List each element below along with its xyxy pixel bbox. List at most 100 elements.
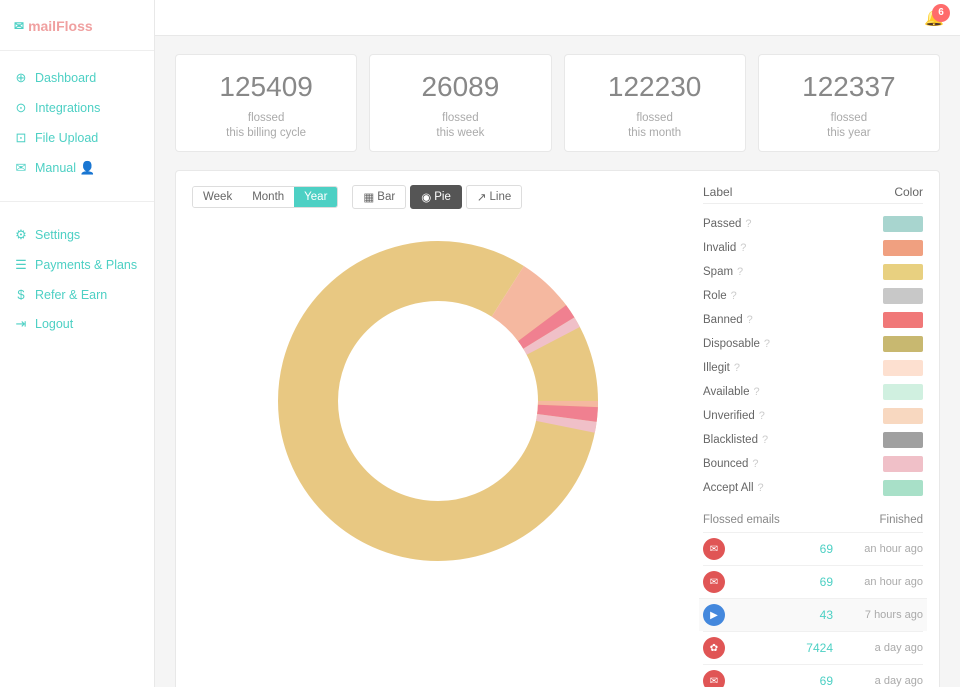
sidebar-item-refer[interactable]: $ Refer & Earn [0, 280, 154, 309]
floss-count-4: 69 [733, 674, 853, 687]
donut-chart-wrapper [192, 221, 683, 581]
legend-color-disposable [883, 336, 923, 352]
sidebar-label-logout: Logout [35, 317, 73, 331]
content-area: 125409 flossed this billing cycle 26089 … [155, 36, 960, 687]
logo-label: mailFloss [28, 18, 93, 34]
sidebar-label-settings: Settings [35, 228, 80, 242]
legend-header-color: Color [894, 185, 923, 199]
stat-number-billing: 125409 [190, 71, 342, 103]
period-week-button[interactable]: Week [193, 187, 242, 207]
sidebar-label-integrations: Integrations [35, 101, 100, 115]
help-icon-banned[interactable]: ? [747, 314, 753, 326]
legend-label-illegit: Illegit ? [703, 362, 740, 374]
help-icon-illegit[interactable]: ? [734, 362, 740, 374]
floss-time-4: a day ago [853, 675, 923, 687]
chart-right: Label Color Passed ? Invalid ? Spam ? [703, 185, 923, 687]
legend-item-banned: Banned ? [703, 308, 923, 332]
chart-controls: Week Month Year ▦ Bar ◉ Pie [192, 185, 683, 209]
legend-item-unverified: Unverified ? [703, 404, 923, 428]
legend-item-passed: Passed ? [703, 212, 923, 236]
legend-item-bounced: Bounced ? [703, 452, 923, 476]
main-area: 🔔 6 125409 flossed this billing cycle 26… [155, 0, 960, 687]
help-icon-invalid[interactable]: ? [740, 242, 746, 254]
manual-icon: ✉ [14, 160, 28, 176]
stat-number-year: 122337 [773, 71, 925, 103]
help-icon-role[interactable]: ? [731, 290, 737, 302]
sidebar-item-file-upload[interactable]: ⊡ File Upload [0, 123, 154, 153]
refer-icon: $ [14, 287, 28, 302]
legend-label-spam: Spam ? [703, 266, 743, 278]
legend-label-invalid: Invalid ? [703, 242, 746, 254]
period-month-button[interactable]: Month [242, 187, 294, 207]
notification-badge: 6 [932, 4, 950, 22]
legend-label-disposable: Disposable ? [703, 338, 770, 350]
help-icon-passed[interactable]: ? [745, 218, 751, 230]
floss-time-3: a day ago [853, 642, 923, 654]
payments-icon: ☰ [14, 257, 28, 273]
help-icon-available[interactable]: ? [753, 386, 759, 398]
legend-label-banned: Banned ? [703, 314, 753, 326]
chart-left: Week Month Year ▦ Bar ◉ Pie [192, 185, 683, 687]
floss-icon-3: ✿ [703, 637, 725, 659]
sidebar-item-dashboard[interactable]: ⊕ Dashboard [0, 63, 154, 93]
integrations-icon: ⊙ [14, 100, 28, 116]
sidebar-label-dashboard: Dashboard [35, 71, 96, 85]
floss-count-3: 7424 [733, 641, 853, 655]
floss-count-1: 69 [733, 575, 853, 589]
dashboard-icon: ⊕ [14, 70, 28, 86]
floss-icon-4: ✉ [703, 670, 725, 687]
floss-row-2[interactable]: ▶ 43 7 hours ago [699, 598, 927, 631]
floss-count-2: 43 [733, 608, 853, 622]
period-year-button[interactable]: Year [294, 187, 337, 207]
stat-label-week: flossed [384, 109, 536, 127]
legend-header: Label Color [703, 185, 923, 204]
sidebar-item-logout[interactable]: ⇥ Logout [0, 309, 154, 339]
floss-row-3[interactable]: ✿ 7424 a day ago [703, 631, 923, 664]
logout-icon: ⇥ [14, 316, 28, 332]
floss-header-finished: Finished [880, 514, 923, 526]
stat-label-billing: flossed [190, 109, 342, 127]
sidebar-item-settings[interactable]: ⚙ Settings [0, 220, 154, 250]
help-icon-unverified[interactable]: ? [759, 410, 765, 422]
floss-header-emails: Flossed emails [703, 514, 780, 526]
floss-time-0: an hour ago [853, 543, 923, 555]
legend-item-accept-all: Accept All ? [703, 476, 923, 500]
floss-row-0[interactable]: ✉ 69 an hour ago [703, 532, 923, 565]
legend-color-banned [883, 312, 923, 328]
stat-sublabel-year: this year [773, 127, 925, 139]
floss-table-header: Flossed emails Finished [703, 514, 923, 526]
period-btn-group: Week Month Year [192, 186, 338, 208]
stat-sublabel-week: this week [384, 127, 536, 139]
chart-pie-button[interactable]: ◉ Pie [410, 185, 462, 209]
floss-time-2: 7 hours ago [853, 609, 923, 621]
chart-section: Week Month Year ▦ Bar ◉ Pie [175, 170, 940, 687]
help-icon-bounced[interactable]: ? [752, 458, 758, 470]
sidebar-label-refer: Refer & Earn [35, 288, 107, 302]
legend-color-blacklisted [883, 432, 923, 448]
help-icon-blacklisted[interactable]: ? [762, 434, 768, 446]
notification-bell[interactable]: 🔔 6 [924, 8, 944, 28]
floss-row-1[interactable]: ✉ 69 an hour ago [703, 565, 923, 598]
logo: ✉ mailFloss [14, 18, 140, 34]
chart-line-button[interactable]: ↗ Line [466, 185, 522, 209]
stat-label-year: flossed [773, 109, 925, 127]
floss-table: Flossed emails Finished ✉ 69 an hour ago… [703, 514, 923, 687]
stat-label-month: flossed [579, 109, 731, 127]
sidebar-item-integrations[interactable]: ⊙ Integrations [0, 93, 154, 123]
stat-sublabel-month: this month [579, 127, 731, 139]
sidebar-item-payments[interactable]: ☰ Payments & Plans [0, 250, 154, 280]
settings-icon: ⚙ [14, 227, 28, 243]
floss-row-4[interactable]: ✉ 69 a day ago [703, 664, 923, 687]
sidebar-item-manual[interactable]: ✉ Manual 👤 [0, 153, 154, 183]
legend-label-role: Role ? [703, 290, 737, 302]
legend-color-invalid [883, 240, 923, 256]
help-icon-accept-all[interactable]: ? [758, 482, 764, 494]
legend-color-unverified [883, 408, 923, 424]
legend-label-passed: Passed ? [703, 218, 751, 230]
legend-label-unverified: Unverified ? [703, 410, 765, 422]
stats-row: 125409 flossed this billing cycle 26089 … [175, 54, 940, 152]
chart-bar-button[interactable]: ▦ Bar [352, 185, 406, 209]
help-icon-disposable[interactable]: ? [764, 338, 770, 350]
legend-item-disposable: Disposable ? [703, 332, 923, 356]
help-icon-spam[interactable]: ? [737, 266, 743, 278]
